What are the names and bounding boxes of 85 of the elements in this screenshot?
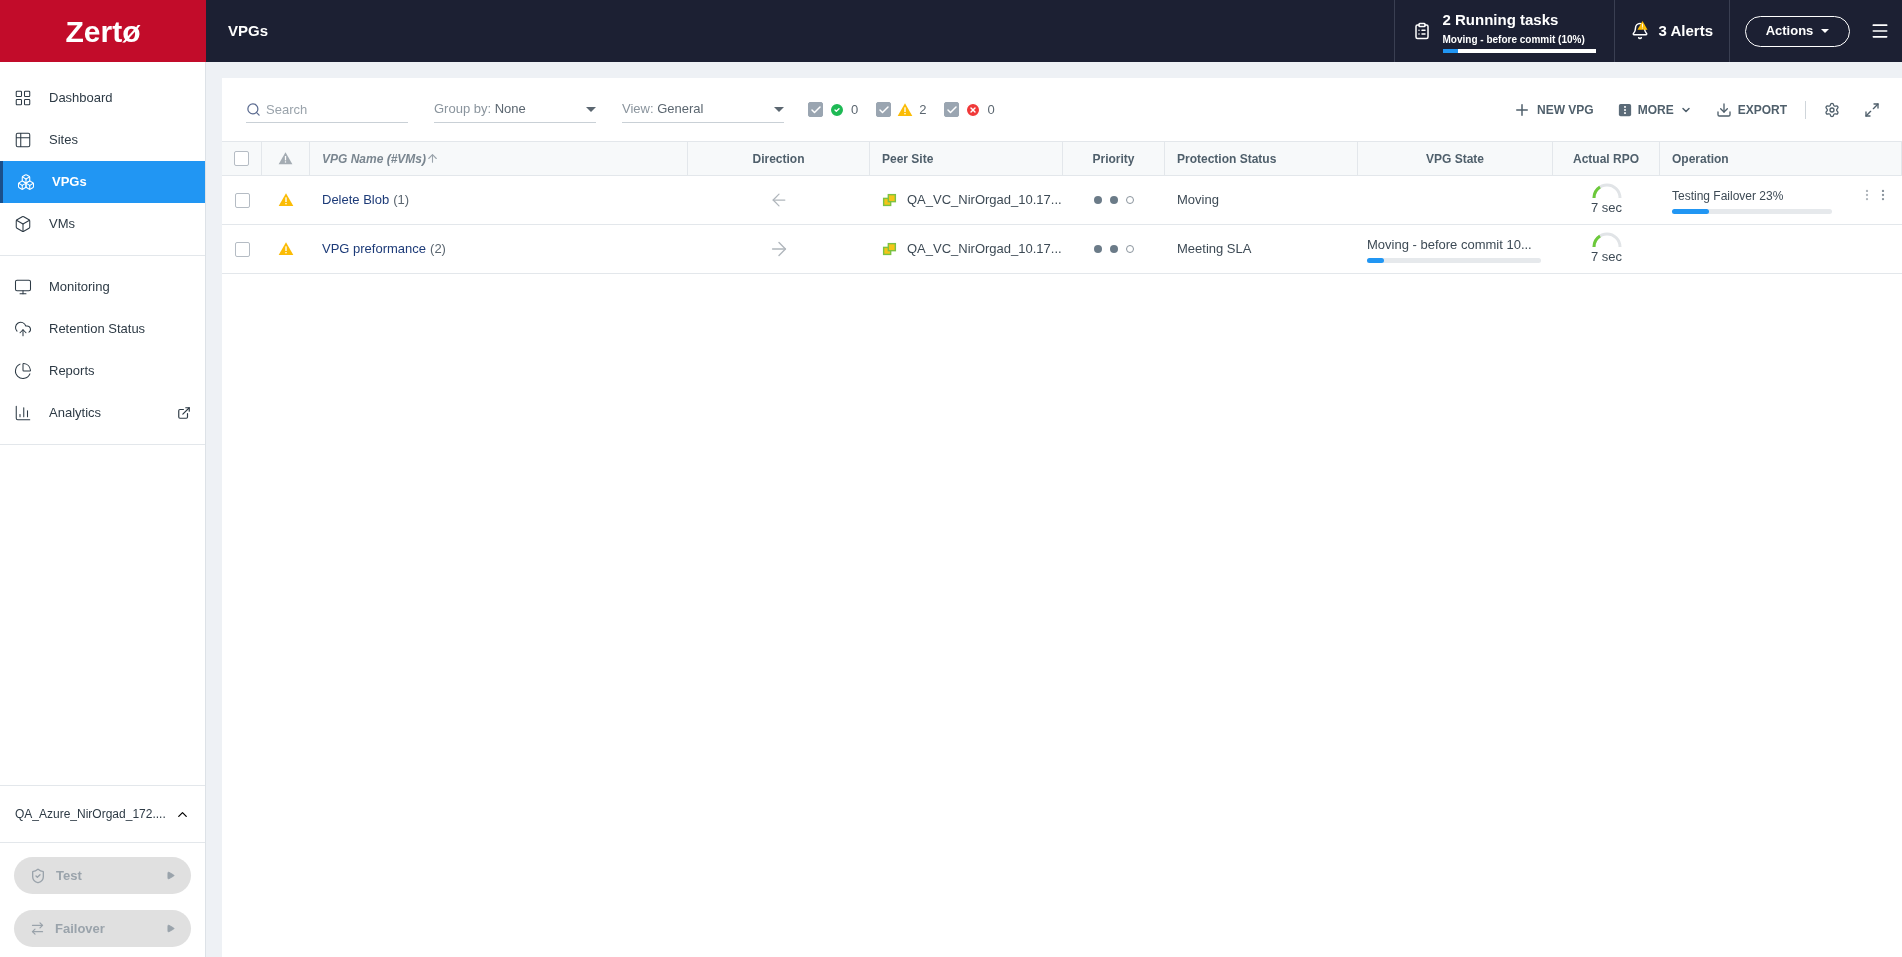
filter-count: 0 [851,100,859,119]
caret-icon [774,106,784,112]
checkbox[interactable] [234,192,250,208]
running-tasks-title[interactable]: 2 Running tasks [1442,9,1596,32]
sidebar-item[interactable]: Sites [0,119,205,161]
cubes-icon [17,173,35,191]
warning-icon [897,101,914,118]
peer-site: QA_VC_NirOrgad_10.17... [907,240,1062,259]
grid-icon [14,89,32,107]
column-header[interactable]: Direction [752,149,805,168]
download-icon [1715,101,1732,118]
column-header[interactable]: Operation [1672,149,1729,168]
filter-count: 0 [987,100,995,119]
protection-status: Meeting SLA [1177,240,1252,259]
caret-icon [1821,29,1830,33]
more-icon [1617,102,1632,117]
filter-count: 2 [919,100,927,119]
protection-status: Moving [1177,191,1219,210]
column-header[interactable]: Priority [1092,149,1135,168]
checkbox[interactable] [234,241,250,257]
column-header[interactable]: Peer Site [882,149,934,168]
rpo-value: 7 sec [1590,248,1623,267]
toolbar-button[interactable]: MORE [1617,100,1692,119]
play-icon [166,924,175,933]
sidebar-item[interactable]: Analytics [0,392,205,434]
shield-check-icon [30,867,46,884]
running-tasks-detail: Moving - before commit (10%) [1442,32,1586,47]
vpg-name-link[interactable]: Delete Blob [322,190,390,210]
table-row[interactable]: Delete Blob (1) QA_VC_NirOrgad_10.17... Moving 7 sec Testing Failover 23% [222,176,1902,225]
vpg-name-link[interactable]: VPG preformance [322,239,427,259]
search-icon [246,101,261,117]
warning-icon [278,151,293,166]
bar-chart-icon [14,404,32,422]
vpg-state: Moving - before commit 10... [1367,235,1533,254]
search-field[interactable]: Search [266,96,408,122]
page-title: VPGs [227,20,270,41]
logo: Zertø [0,0,206,62]
sidebar-item[interactable]: Dashboard [0,77,205,119]
alerts-link[interactable]: 3 Alerts [1658,19,1713,43]
checkbox[interactable] [944,102,960,117]
transfer-icon [30,921,45,936]
bell-warning-icon[interactable] [1630,22,1649,40]
toolbar-button[interactable]: EXPORT [1715,100,1787,119]
error-circle-icon [965,101,982,118]
rpo-gauge-icon [1590,231,1623,248]
table-icon [14,131,32,149]
peer-site: QA_VC_NirOrgad_10.17... [907,191,1062,210]
site-icon [882,192,897,208]
checkbox[interactable] [808,102,823,117]
monitor-icon [14,278,32,296]
caret-icon [586,106,596,112]
sidebar-item[interactable]: VMs [0,203,205,245]
operation-status: Testing Failover 23% [1672,187,1785,205]
sidebar-item[interactable]: Retention Status [0,308,205,350]
vm-count: (1) [393,191,410,210]
column-header[interactable]: VPG Name (#VMs) [322,149,427,168]
checkbox[interactable] [876,102,892,117]
rpo-gauge-icon [1590,182,1623,199]
settings-icon[interactable] [1824,101,1840,118]
check-circle-icon [829,101,845,118]
warning-icon [278,241,294,257]
column-header[interactable]: Protection Status [1177,149,1277,168]
column-header[interactable]: VPG State [1426,149,1484,168]
rpo-value: 7 sec [1590,199,1623,218]
column-header[interactable]: Actual RPO [1573,149,1639,168]
pie-chart-icon [14,362,32,380]
expand-icon[interactable] [1864,101,1880,118]
warning-icon [278,192,294,208]
cube-icon [14,215,32,233]
vm-count: (2) [430,240,446,259]
tasks-icon[interactable] [1412,22,1431,40]
cloud-upload-icon [14,320,32,338]
play-icon [166,871,175,880]
sidebar-item[interactable]: Reports [0,350,205,392]
menu-icon[interactable] [1870,21,1890,41]
site-icon [882,241,897,257]
dropdown[interactable]: View: General [622,96,784,123]
warning-icon [1636,20,1648,31]
checkbox[interactable] [234,151,249,166]
dropdown[interactable]: Group by: None [434,96,596,123]
sort-arrow-icon[interactable] [426,152,440,165]
toolbar-button[interactable]: NEW VPG [1513,100,1594,119]
sidebar-item[interactable]: Monitoring [0,266,205,308]
table-row[interactable]: VPG preformance (2) QA_VC_NirOrgad_10.17... Meeting SLA Moving - before commit 10... 7 sec [222,225,1902,274]
site-name[interactable]: QA_Azure_NirOrgad_172.... [15,805,166,823]
